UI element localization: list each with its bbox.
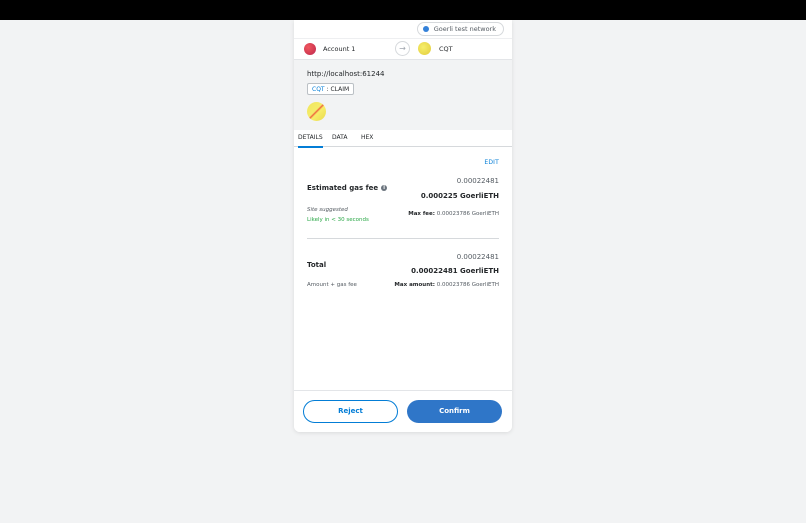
total-primary-value: 0.00022481 GoerliETH	[411, 267, 499, 275]
recipient-name[interactable]: CQT	[439, 45, 453, 53]
sender-account-name[interactable]: Account 1	[323, 45, 355, 53]
arrow-right-icon: →	[395, 41, 410, 56]
max-fee-label: Max fee:	[408, 211, 435, 217]
likely-time-label: Likely in < 30 seconds	[307, 217, 369, 223]
max-amount-value: 0.00023786 GoerliETH	[436, 282, 499, 288]
network-row: Goerli test network	[294, 20, 512, 38]
action-footer: Reject Confirm	[294, 390, 512, 432]
confirm-button[interactable]: Confirm	[407, 400, 502, 423]
total-secondary-value: 0.00022481	[456, 253, 499, 261]
account-avatar	[304, 43, 316, 55]
max-amount-row: Max amount: 0.00023786 GoerliETH	[394, 282, 499, 288]
network-selector[interactable]: Goerli test network	[416, 22, 504, 36]
max-amount-label: Max amount:	[394, 282, 435, 288]
gas-fee-primary-value: 0.000225 GoerliETH	[420, 192, 499, 200]
recipient-avatar	[418, 42, 431, 55]
sender-recipient-row: Account 1 → CQT	[294, 38, 512, 60]
amount-gas-label: Amount + gas fee	[307, 282, 357, 288]
gas-fee-secondary-value: 0.00022481	[456, 177, 499, 185]
metamask-confirmation-popup: Goerli test network Account 1 → CQT http…	[294, 20, 512, 432]
total-label: Total	[307, 261, 327, 269]
estimated-gas-fee-label: Estimated gas fee i	[307, 184, 388, 192]
transaction-tabs: DETAILS DATA HEX	[294, 130, 512, 148]
max-fee-value: 0.00023786 GoerliETH	[436, 211, 499, 217]
reject-button[interactable]: Reject	[303, 400, 398, 423]
divider	[307, 238, 499, 239]
method-token: CQT	[312, 86, 325, 93]
method-name: CLAIM	[330, 86, 350, 93]
site-suggested-label[interactable]: Site suggested	[307, 207, 348, 213]
token-identicon	[307, 102, 326, 121]
method-badge: CQT : CLAIM	[307, 83, 355, 95]
tab-data[interactable]: DATA	[332, 130, 347, 146]
method-separator: :	[326, 86, 329, 93]
tab-details[interactable]: DETAILS	[298, 130, 323, 148]
network-status-dot-icon	[422, 26, 429, 32]
origin-url: http://localhost:61244	[307, 70, 385, 78]
details-panel: EDIT Estimated gas fee i 0.00022481 0.000…	[294, 147, 512, 390]
max-fee-row: Max fee: 0.00023786 GoerliETH	[408, 211, 499, 217]
transaction-origin-section: http://localhost:61244 CQT : CLAIM	[294, 60, 512, 130]
network-label: Goerli test network	[433, 25, 496, 33]
tab-hex[interactable]: HEX	[361, 130, 373, 146]
edit-gas-link[interactable]: EDIT	[484, 159, 499, 166]
gas-fee-label-text: Estimated gas fee	[307, 184, 379, 192]
browser-top-bar	[0, 0, 806, 20]
info-icon[interactable]: i	[381, 185, 388, 191]
